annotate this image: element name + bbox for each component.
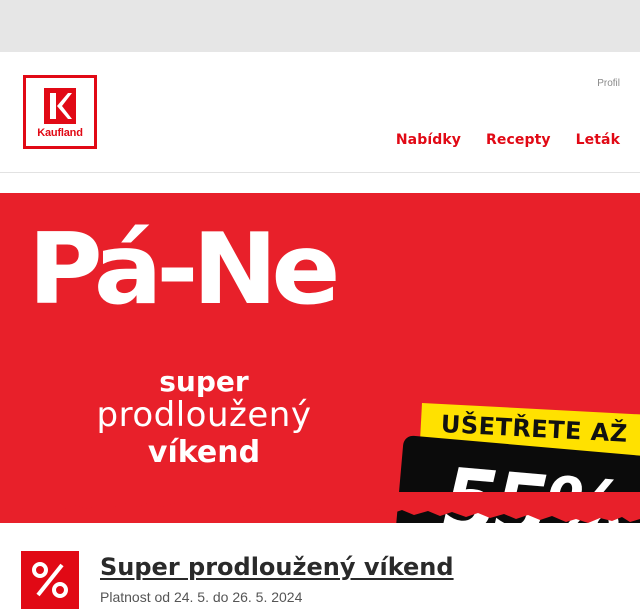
kaufland-logo[interactable]: Kaufland [23, 75, 97, 149]
promo-percent-badge [21, 551, 79, 609]
hero-line-extended: prodloužený [96, 395, 312, 435]
torn-paper-edge [0, 492, 640, 523]
kaufland-logo-icon [44, 88, 76, 124]
nav-item-letak[interactable]: Leták [576, 132, 620, 148]
hero-line-super: super [159, 365, 249, 398]
browser-top-bar [0, 0, 640, 52]
profile-link[interactable]: Profil [597, 78, 620, 89]
logo-text: Kaufland [37, 127, 83, 139]
site-header: Kaufland Profil Nabídky Recepty Leták [0, 52, 640, 173]
percent-icon [32, 562, 68, 598]
promo-validity: Platnost od 24. 5. do 26. 5. 2024 [100, 589, 303, 605]
nav-item-nabidky[interactable]: Nabídky [396, 132, 461, 148]
promo-title-link[interactable]: Super prodloužený víkend [100, 553, 454, 581]
main-nav: Nabídky Recepty Leták [396, 132, 620, 148]
hero-banner[interactable]: Pá-Ne super prodloužený víkend UŠETŘETE … [0, 193, 640, 523]
nav-item-recepty[interactable]: Recepty [486, 132, 551, 148]
hero-title: Pá-Ne [28, 213, 341, 327]
hero-line-weekend: víkend [147, 435, 261, 470]
